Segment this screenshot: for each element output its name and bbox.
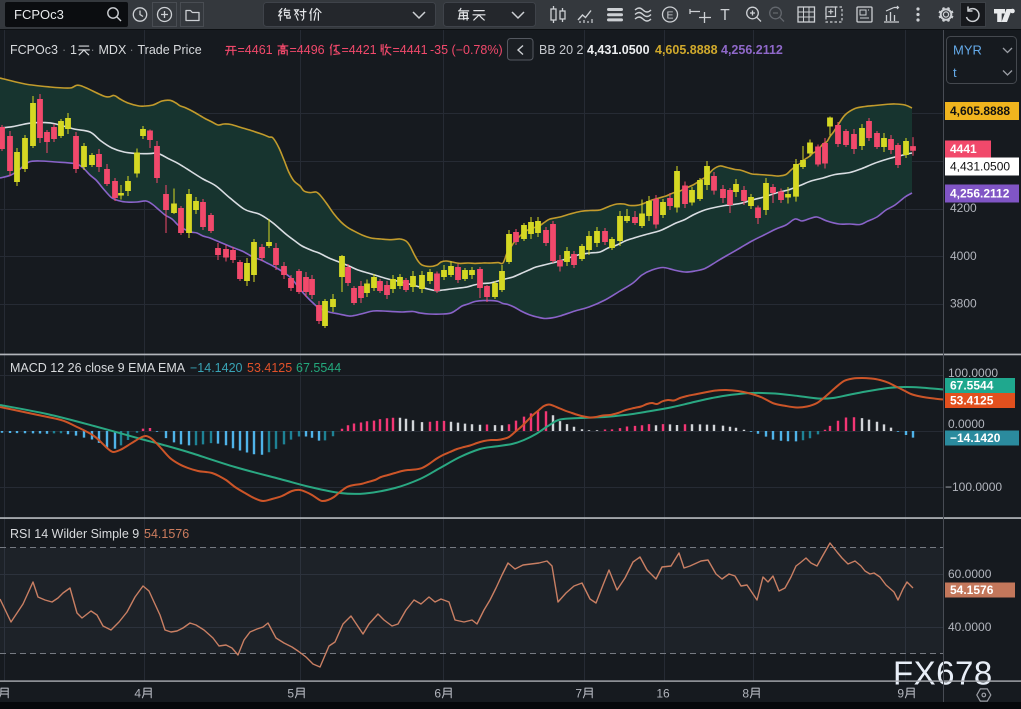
svg-text:7: 7 (575, 687, 582, 701)
svg-text:53.4125: 53.4125 (247, 361, 292, 375)
svg-text:54.1576: 54.1576 (144, 527, 189, 541)
svg-text:FCPOc3: FCPOc3 (14, 7, 64, 22)
svg-text:FCPOc3: FCPOc3 (10, 43, 58, 57)
svg-text:=4421: =4421 (342, 43, 377, 57)
svg-text:−14.1420: −14.1420 (950, 431, 1001, 445)
svg-text:4,431.0500: 4,431.0500 (950, 160, 1010, 174)
svg-text:=4461: =4461 (238, 43, 273, 57)
svg-text:4,431.0500: 4,431.0500 (587, 43, 650, 57)
svg-text:·: · (91, 43, 95, 57)
svg-text:4200: 4200 (950, 201, 977, 215)
svg-text:MACD 12 26 close 9 EMA EMA: MACD 12 26 close 9 EMA EMA (10, 361, 186, 375)
svg-text:67.5544: 67.5544 (950, 379, 994, 393)
svg-text:8: 8 (742, 687, 749, 701)
svg-text:4: 4 (134, 687, 141, 701)
svg-text:t: t (953, 65, 957, 80)
svg-text:60.0000: 60.0000 (948, 567, 992, 581)
svg-text:54.1576: 54.1576 (950, 583, 994, 597)
svg-text:5: 5 (287, 687, 294, 701)
svg-text:40.0000: 40.0000 (948, 620, 992, 634)
svg-text:MDX: MDX (99, 43, 127, 57)
svg-text:−14.1420: −14.1420 (190, 361, 243, 375)
svg-text:MYR: MYR (953, 43, 982, 58)
svg-text:4000: 4000 (950, 249, 977, 263)
svg-text:E: E (666, 10, 673, 22)
svg-text:·: · (130, 43, 134, 57)
svg-text:4,256.2112: 4,256.2112 (721, 43, 783, 57)
svg-text:67.5544: 67.5544 (296, 361, 341, 375)
svg-text:RSI 14 Wilder Simple 9: RSI 14 Wilder Simple 9 (10, 527, 139, 541)
svg-text:4,605.8888: 4,605.8888 (950, 104, 1010, 118)
svg-text:·: · (62, 43, 66, 57)
svg-text:=4496: =4496 (290, 43, 325, 57)
svg-text:3800: 3800 (950, 297, 977, 311)
svg-text:4441: 4441 (950, 142, 977, 156)
svg-text:BB 20 2: BB 20 2 (539, 43, 584, 57)
svg-text:4,256.2112: 4,256.2112 (950, 187, 1010, 201)
svg-text:4,605.8888: 4,605.8888 (655, 43, 718, 57)
svg-text:53.4125: 53.4125 (950, 394, 994, 408)
svg-text:Trade Price: Trade Price (138, 43, 202, 57)
svg-text:6: 6 (434, 687, 441, 701)
svg-text:16: 16 (656, 687, 670, 701)
svg-text:−100.0000: −100.0000 (945, 480, 1002, 494)
svg-text:=4441: =4441 (393, 43, 428, 57)
svg-text:-35 (−0.78%): -35 (−0.78%) (430, 43, 503, 57)
svg-text:9: 9 (897, 687, 904, 701)
svg-text:T: T (720, 7, 730, 24)
svg-text:FX678: FX678 (893, 655, 993, 692)
svg-text:1: 1 (70, 43, 77, 57)
svg-text:0.0000: 0.0000 (948, 417, 985, 431)
